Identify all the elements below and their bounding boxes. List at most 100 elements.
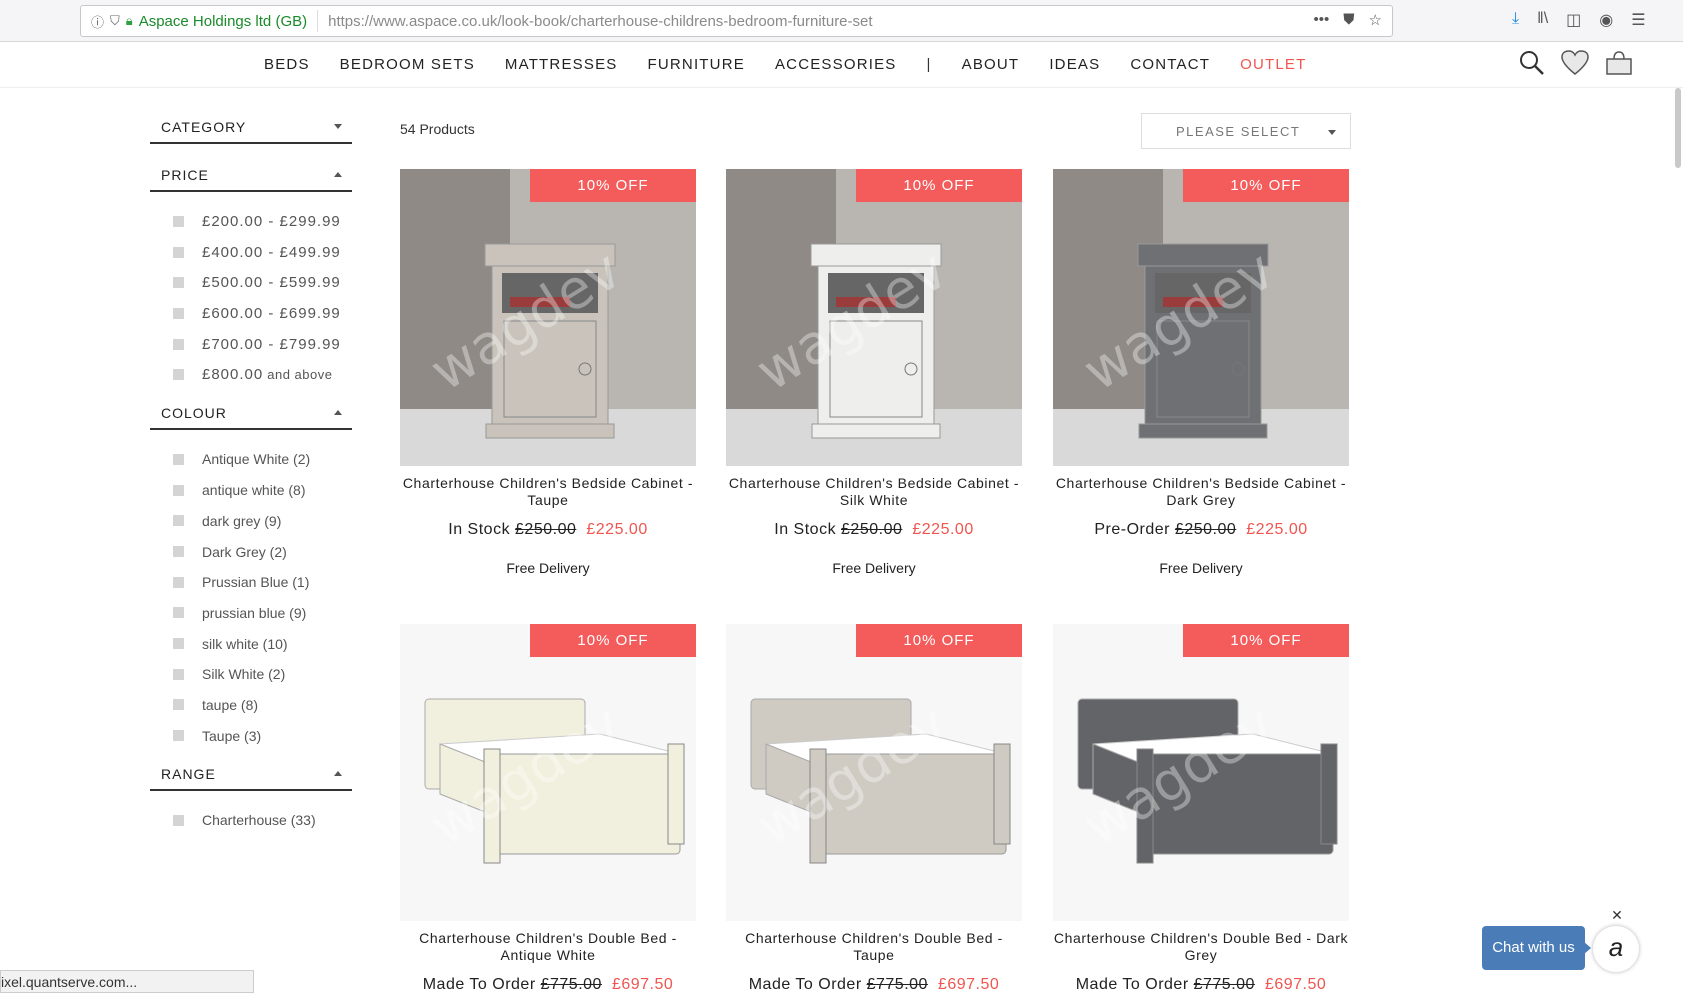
checkbox[interactable] <box>173 576 184 588</box>
range-facet-header[interactable]: RANGE <box>150 757 352 791</box>
download-icon[interactable]: ⤓ <box>1512 10 1519 30</box>
product-image[interactable]: wagdev 10% OFF <box>726 624 1022 921</box>
colour-filter-item[interactable]: silk white (10) <box>173 628 352 659</box>
checkbox[interactable] <box>173 453 184 465</box>
nav-accessories[interactable]: ACCESSORIES <box>775 56 897 73</box>
product-title[interactable]: Charterhouse Children's Bedside Cabinet … <box>400 475 696 509</box>
nav-beds[interactable]: BEDS <box>264 56 310 73</box>
colour-filter-item[interactable]: Antique White (2) <box>173 444 352 475</box>
price-filter-item[interactable]: £200.00 - £299.99 <box>173 206 352 237</box>
price-range-label: £800.00 <box>202 366 264 384</box>
product-card[interactable]: wagdev 10% OFF Charterhouse Children's Dou… <box>726 624 1022 993</box>
category-heading: CATEGORY <box>161 119 247 135</box>
product-title[interactable]: Charterhouse Children's Bedside Cabinet … <box>726 475 1022 509</box>
price-filter-item[interactable]: £500.00 - £599.99 <box>173 267 352 298</box>
product-card[interactable]: wagdev 10% OFF Charterhouse Children's Bed… <box>726 169 1022 576</box>
range-label: Charterhouse (33) <box>202 812 316 829</box>
delivery-note: Free Delivery <box>1159 560 1243 576</box>
checkbox[interactable] <box>173 338 184 350</box>
checkbox[interactable] <box>173 215 184 227</box>
checkbox[interactable] <box>173 814 184 826</box>
info-icon[interactable]: ⓘ <box>91 12 104 31</box>
product-image[interactable]: wagdev 10% OFF <box>400 169 696 466</box>
product-card[interactable]: wagdev 10% OFF Charterhouse Children's Bed… <box>1053 169 1349 576</box>
checkbox[interactable] <box>173 546 184 558</box>
checkbox[interactable] <box>173 246 184 258</box>
colour-heading: COLOUR <box>161 405 227 422</box>
price-filter-item[interactable]: £800.00 and above <box>173 359 352 390</box>
close-icon[interactable]: ✕ <box>1607 905 1627 925</box>
checkbox[interactable] <box>173 515 184 527</box>
checkbox[interactable] <box>173 730 184 742</box>
colour-filter-item[interactable]: Prussian Blue (1) <box>173 567 352 598</box>
page-scrollbar[interactable] <box>1675 88 1681 168</box>
nav-bedroom-sets[interactable]: BEDROOM SETS <box>340 56 475 73</box>
url-text[interactable]: https://www.aspace.co.uk/look-book/chart… <box>328 13 872 30</box>
nav-outlet[interactable]: OUTLET <box>1240 56 1306 73</box>
checkbox[interactable] <box>173 607 184 619</box>
category-facet-header[interactable]: CATEGORY <box>150 110 352 144</box>
search-icon[interactable] <box>1519 50 1545 76</box>
basket-icon[interactable] <box>1605 50 1633 76</box>
price-range-label: £200.00 - £299.99 <box>202 212 341 230</box>
heart-icon[interactable] <box>1561 50 1589 76</box>
product-image[interactable]: wagdev 10% OFF <box>1053 169 1349 466</box>
colour-filter-item[interactable]: prussian blue (9) <box>173 598 352 629</box>
checkbox[interactable] <box>173 484 184 496</box>
product-card[interactable]: wagdev 10% OFF Charterhouse Children's Dou… <box>1053 624 1349 993</box>
sidebar-toggle-icon[interactable]: ◫ <box>1566 10 1581 30</box>
delivery-note: Free Delivery <box>506 560 590 576</box>
chevron-down-icon <box>1328 130 1336 135</box>
checkbox[interactable] <box>173 638 184 650</box>
product-title[interactable]: Charterhouse Children's Double Bed - Dar… <box>1053 930 1349 964</box>
product-image[interactable]: wagdev 10% OFF <box>400 624 696 921</box>
colour-facet-header[interactable]: COLOUR <box>150 396 352 431</box>
price-filter-item[interactable]: £700.00 - £799.99 <box>173 329 352 360</box>
page-actions-icon[interactable]: ••• <box>1314 11 1330 29</box>
price-filter-item[interactable]: £600.00 - £699.99 <box>173 298 352 329</box>
product-title[interactable]: Charterhouse Children's Double Bed - Ant… <box>400 930 696 964</box>
checkbox[interactable] <box>173 277 184 289</box>
range-filter-item[interactable]: Charterhouse (33) <box>173 805 352 836</box>
bed-photo <box>726 624 1022 921</box>
colour-filter-item[interactable]: Silk White (2) <box>173 659 352 690</box>
nav-furniture[interactable]: FURNITURE <box>647 56 744 73</box>
checkbox[interactable] <box>173 307 184 319</box>
product-image[interactable]: wagdev 10% OFF <box>1053 624 1349 921</box>
product-card[interactable]: wagdev 10% OFF Charterhouse Children's Bed… <box>400 169 696 576</box>
price-facet-header[interactable]: PRICE <box>150 158 352 192</box>
site-identity[interactable]: Aspace Holdings ltd (GB) <box>139 13 307 30</box>
shield-icon[interactable]: ⛉ <box>110 13 120 29</box>
product-title[interactable]: Charterhouse Children's Double Bed - Tau… <box>726 930 1022 964</box>
price-filter-list: £200.00 - £299.99 £400.00 - £499.99 £500… <box>150 192 352 396</box>
nav-ideas[interactable]: IDEAS <box>1049 56 1100 73</box>
nav-mattresses[interactable]: MATTRESSES <box>505 56 618 73</box>
nav-about[interactable]: ABOUT <box>962 56 1020 73</box>
checkbox[interactable] <box>173 699 184 711</box>
library-icon[interactable]: ‖\ <box>1537 10 1548 30</box>
colour-filter-item[interactable]: taupe (8) <box>173 690 352 721</box>
checkbox[interactable] <box>173 668 184 680</box>
stock-status: Made To Order <box>1075 976 1189 993</box>
chat-avatar-icon[interactable]: a <box>1593 926 1639 972</box>
nav-contact[interactable]: CONTACT <box>1130 56 1210 73</box>
price-filter-item[interactable]: £400.00 - £499.99 <box>173 237 352 268</box>
pocket-icon[interactable]: ⛊ <box>1343 11 1354 29</box>
menu-icon[interactable]: ☰ <box>1631 10 1645 30</box>
product-title[interactable]: Charterhouse Children's Bedside Cabinet … <box>1053 475 1349 509</box>
product-count: 54 Products <box>400 121 475 137</box>
chat-pointer <box>1583 941 1591 955</box>
sort-select[interactable]: PLEASE SELECT <box>1141 113 1351 149</box>
product-card[interactable]: wagdev 10% OFF Charterhouse Children's Dou… <box>400 624 696 993</box>
colour-filter-item[interactable]: dark grey (9) <box>173 506 352 537</box>
product-image[interactable]: wagdev 10% OFF <box>726 169 1022 466</box>
bookmark-star-icon[interactable]: ☆ <box>1369 11 1382 29</box>
colour-filter-item[interactable]: antique white (8) <box>173 475 352 506</box>
chat-with-us-button[interactable]: Chat with us <box>1482 926 1585 970</box>
colour-filter-item[interactable]: Taupe (3) <box>173 720 352 751</box>
checkbox[interactable] <box>173 369 184 381</box>
colour-filter-item[interactable]: Dark Grey (2) <box>173 536 352 567</box>
lock-icon[interactable]: 🔒︎ <box>126 13 133 29</box>
address-bar[interactable]: ⓘ ⛉ 🔒︎ Aspace Holdings ltd (GB) https://… <box>80 5 1393 37</box>
account-icon[interactable]: ◉ <box>1599 10 1613 30</box>
